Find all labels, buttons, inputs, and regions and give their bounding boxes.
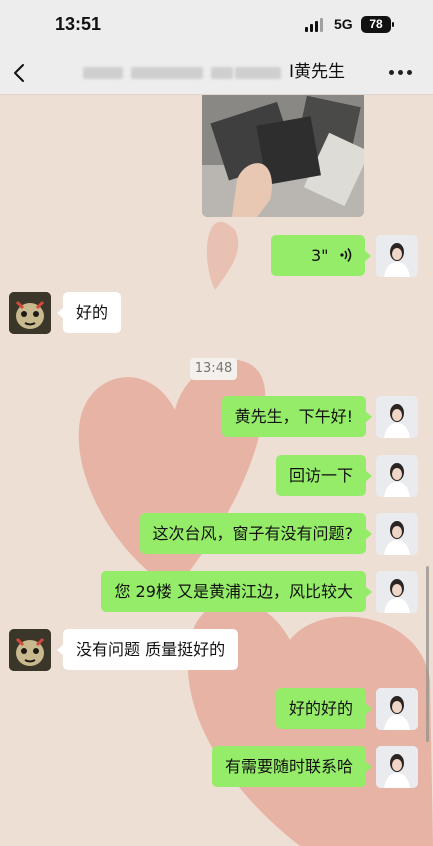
sent-message[interactable]: 回访一下 xyxy=(275,455,373,496)
sent-message[interactable]: 这次台风，窗子有没有问题? xyxy=(139,513,372,554)
redacted-name xyxy=(235,67,281,79)
my-avatar[interactable] xyxy=(376,746,418,788)
photo-content xyxy=(202,95,364,217)
redacted-name xyxy=(83,67,123,79)
my-avatar[interactable] xyxy=(376,513,418,555)
chat-header: I黄先生 xyxy=(0,50,433,95)
battery-icon: 78 xyxy=(361,16,394,33)
avatar-photo xyxy=(376,746,418,788)
my-avatar[interactable] xyxy=(376,235,418,277)
redacted-name xyxy=(131,67,203,79)
sent-message[interactable]: 您 29楼 又是黄浦江边，风比较大 xyxy=(101,571,372,612)
voice-duration: 3" xyxy=(311,246,329,265)
scrollbar[interactable] xyxy=(426,566,429,742)
received-message[interactable]: 没有问题 质量挺好的 xyxy=(56,629,239,670)
image-message[interactable] xyxy=(202,95,364,217)
sent-message[interactable]: 有需要随时联系哈 xyxy=(211,746,373,787)
avatar-photo xyxy=(9,292,51,334)
my-avatar[interactable] xyxy=(376,688,418,730)
more-dots-icon[interactable] xyxy=(389,70,413,76)
redacted-name xyxy=(211,67,233,79)
avatar-photo xyxy=(376,235,418,277)
avatar-photo xyxy=(9,629,51,671)
my-avatar[interactable] xyxy=(376,396,418,438)
chat-title-text: I黄先生 xyxy=(288,62,345,82)
network-type: 5G xyxy=(334,16,353,32)
sent-message[interactable]: 好的好的 xyxy=(275,688,373,729)
sent-message[interactable]: 黄先生，下午好! xyxy=(221,396,373,437)
status-time: 13:51 xyxy=(55,14,102,34)
avatar-photo xyxy=(376,455,418,497)
status-bar: 13:51 5G 78 xyxy=(0,0,433,50)
contact-avatar[interactable] xyxy=(9,292,51,334)
avatar-photo xyxy=(376,688,418,730)
chevron-left-icon[interactable] xyxy=(10,62,30,84)
avatar-photo xyxy=(376,571,418,613)
voice-wave-icon xyxy=(340,248,352,262)
message-timestamp: 13:48 xyxy=(190,358,237,380)
my-avatar[interactable] xyxy=(376,571,418,613)
chat-title: I黄先生 xyxy=(83,61,345,83)
my-avatar[interactable] xyxy=(376,455,418,497)
voice-message[interactable]: 3" xyxy=(271,235,371,276)
signal-icon xyxy=(305,18,325,32)
received-message[interactable]: 好的 xyxy=(56,292,122,333)
avatar-photo xyxy=(376,396,418,438)
contact-avatar[interactable] xyxy=(9,629,51,671)
avatar-photo xyxy=(376,513,418,555)
